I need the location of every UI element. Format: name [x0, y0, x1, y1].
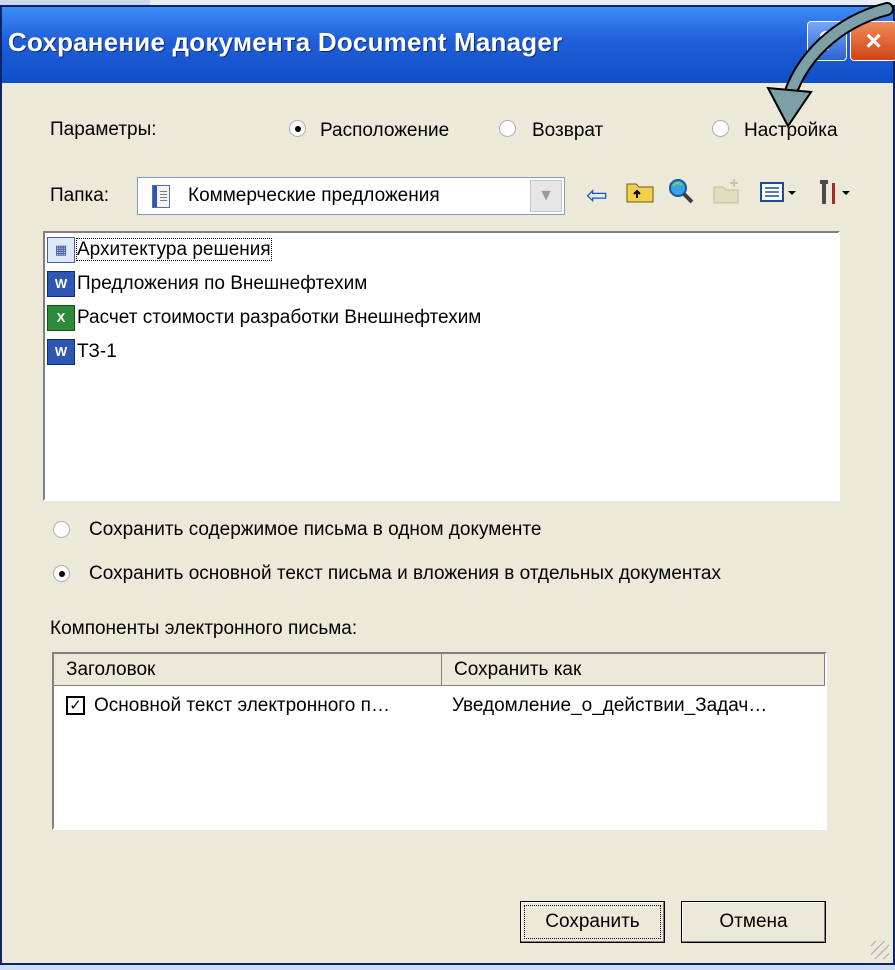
view-menu-icon[interactable]: [759, 177, 799, 213]
folder-combobox[interactable]: Коммерческие предложения ▼: [137, 177, 565, 215]
search-web-icon[interactable]: [667, 177, 695, 213]
file-item[interactable]: ▦ Архитектура решения: [47, 235, 272, 265]
location-radio[interactable]: [289, 120, 306, 137]
save-separate-documents-label[interactable]: Сохранить основной текст письма и вложен…: [89, 563, 721, 585]
settings-option-label[interactable]: Настройка: [744, 120, 838, 142]
excel-file-icon: X: [47, 304, 75, 331]
file-name: Расчет стоимости разработки Внешнефтехим: [77, 307, 482, 328]
save-separate-documents-radio[interactable]: [53, 565, 70, 582]
resize-grip-icon[interactable]: [871, 941, 889, 959]
file-item[interactable]: X Расчет стоимости разработки Внешнефтехи…: [47, 303, 481, 333]
settings-radio[interactable]: [712, 120, 729, 137]
table-header: Заголовок Сохранить как: [54, 654, 825, 686]
word-file-icon: W: [47, 338, 75, 365]
help-button[interactable]: ?: [807, 21, 847, 61]
window-title: Сохранение документа Document Manager: [8, 27, 563, 57]
save-one-document-label[interactable]: Сохранить содержимое письма в одном доку…: [89, 519, 541, 541]
return-radio[interactable]: [499, 120, 516, 137]
word-file-icon: W: [47, 270, 75, 297]
file-name: Архитектура решения: [76, 238, 272, 261]
tools-menu-icon[interactable]: [814, 177, 854, 213]
close-button[interactable]: ×: [850, 21, 895, 61]
image-file-icon: ▦: [47, 236, 75, 263]
up-folder-icon[interactable]: [625, 177, 655, 213]
new-folder-icon[interactable]: [712, 177, 742, 213]
return-option-label[interactable]: Возврат: [532, 120, 603, 142]
cancel-button[interactable]: Отмена: [681, 901, 826, 943]
file-name: Предложения по Внешнефтехим: [77, 273, 368, 294]
screen: Сохранение документа Document Manager ? …: [0, 0, 895, 970]
component-checkbox[interactable]: ✓: [66, 696, 85, 715]
header-title[interactable]: Заголовок: [54, 654, 442, 685]
location-option-label[interactable]: Расположение: [320, 120, 449, 142]
file-list[interactable]: ▦ Архитектура решения W Предложения по Вне…: [43, 231, 840, 501]
title-bar: Сохранение документа Document Manager ? …: [2, 7, 895, 83]
components-label: Компоненты электронного письма:: [50, 618, 358, 639]
params-label: Параметры:: [50, 119, 157, 140]
component-title: Основной текст электронного п…: [94, 695, 390, 716]
save-document-dialog: Сохранение документа Document Manager ? …: [0, 5, 895, 965]
folder-document-icon: [152, 185, 170, 208]
file-name: ТЗ-1: [77, 341, 117, 362]
save-one-document-radio[interactable]: [53, 521, 70, 538]
chevron-down-icon[interactable]: ▼: [530, 180, 562, 212]
file-item[interactable]: W Предложения по Внешнефтехим: [47, 269, 367, 299]
header-save-as[interactable]: Сохранить как: [442, 654, 825, 685]
back-arrow-icon[interactable]: ⇦: [586, 177, 608, 213]
components-table: Заголовок Сохранить как ✓ Основной текст…: [52, 652, 827, 830]
file-item[interactable]: W ТЗ-1: [47, 337, 117, 367]
folder-label: Папка:: [50, 185, 110, 206]
folder-value: Коммерческие предложения: [188, 185, 440, 206]
component-save-as: Уведомление_о_действии_Задач…: [452, 695, 768, 716]
save-button[interactable]: Сохранить: [520, 901, 665, 943]
